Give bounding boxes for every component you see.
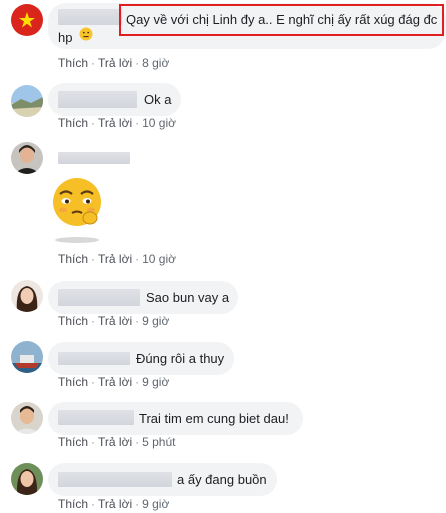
separator: ·	[91, 56, 96, 70]
like-link[interactable]: Thích	[58, 56, 88, 70]
separator: ·	[135, 56, 140, 70]
comment-text: Sao bun vay a	[146, 290, 230, 305]
like-link[interactable]: Thích	[58, 435, 88, 449]
man-avatar[interactable]	[11, 402, 43, 434]
reply-link[interactable]: Trả lời	[98, 314, 132, 328]
timestamp[interactable]: 9 giờ	[142, 497, 169, 511]
redacted-author-name	[58, 152, 130, 164]
redacted-author-name	[58, 91, 137, 108]
reply-link[interactable]: Trả lời	[98, 56, 132, 70]
timestamp[interactable]: 10 giờ	[142, 252, 176, 266]
comment-actions: Thích · Trả lời · 9 giờ	[58, 375, 169, 389]
like-link[interactable]: Thích	[58, 116, 88, 130]
comment-text: Ok a	[144, 92, 172, 107]
comment-actions: Thích · Trả lời · 10 giờ	[58, 252, 176, 266]
reply-link[interactable]: Trả lời	[98, 497, 132, 511]
landscape-avatar[interactable]	[11, 85, 43, 117]
comment-text: a ấy đang buồn	[177, 472, 267, 487]
separator: ·	[135, 252, 140, 266]
pleading-emoji-sticker[interactable]	[50, 174, 104, 246]
reply-link[interactable]: Trả lời	[98, 116, 132, 130]
separator: ·	[135, 116, 140, 130]
like-link[interactable]: Thích	[58, 497, 88, 511]
separator: ·	[91, 435, 96, 449]
redacted-author-name	[58, 410, 134, 425]
comment-text-line1: Qay về với chị Linh đy a.. E nghĩ chị ấy…	[126, 12, 438, 27]
woman-avatar[interactable]	[11, 463, 43, 495]
comment-actions: Thích · Trả lời · 5 phút	[58, 435, 175, 449]
separator: ·	[91, 375, 96, 389]
separator: ·	[91, 314, 96, 328]
comment-4: Sao bun vay a Thích · Trả lời · 9 giờ	[0, 278, 446, 330]
comment-text-line2: hp	[58, 30, 73, 45]
man-avatar[interactable]	[11, 142, 43, 174]
redacted-author-name	[58, 472, 172, 487]
redacted-author-name	[58, 352, 130, 365]
like-link[interactable]: Thích	[58, 375, 88, 389]
comment-3: Thích · Trả lời · 10 giờ	[0, 140, 446, 270]
reply-link[interactable]: Trả lời	[98, 375, 132, 389]
vietnam-flag-avatar[interactable]	[11, 4, 43, 36]
comment-2: Ok a Thích · Trả lời · 10 giờ	[0, 80, 446, 140]
reply-link[interactable]: Trả lời	[98, 435, 132, 449]
separator: ·	[135, 375, 140, 389]
timestamp[interactable]: 10 giờ	[142, 116, 176, 130]
comment-actions: Thích · Trả lời · 8 giờ	[58, 56, 169, 70]
like-link[interactable]: Thích	[58, 252, 88, 266]
timestamp[interactable]: 9 giờ	[142, 375, 169, 389]
comment-6: Trai tim em cung biet dau! Thích · Trả lời…	[0, 399, 446, 451]
comment-actions: Thích · Trả lời · 10 giờ	[58, 116, 176, 130]
timestamp[interactable]: 5 phút	[142, 435, 175, 449]
redacted-author-name	[58, 289, 140, 306]
comment-actions: Thích · Trả lời · 9 giờ	[58, 497, 169, 511]
separator: ·	[91, 252, 96, 266]
separator: ·	[135, 435, 140, 449]
woman-avatar[interactable]	[11, 280, 43, 312]
boat-avatar[interactable]	[11, 341, 43, 373]
timestamp[interactable]: 9 giờ	[142, 314, 169, 328]
comment-7: a ấy đang buồn Thích · Trả lời · 9 giờ	[0, 460, 446, 513]
timestamp[interactable]: 8 giờ	[142, 56, 169, 70]
neutral-face-emoji-icon	[79, 27, 93, 41]
comment-5: Đúng rôi a thuy Thích · Trả lời · 9 giờ	[0, 339, 446, 391]
comment-text: Trai tim em cung biet dau!	[139, 411, 289, 426]
separator: ·	[135, 314, 140, 328]
like-link[interactable]: Thích	[58, 314, 88, 328]
separator: ·	[135, 497, 140, 511]
separator: ·	[91, 497, 96, 511]
comment-actions: Thích · Trả lời · 9 giờ	[58, 314, 169, 328]
redacted-author-name	[58, 9, 122, 25]
separator: ·	[91, 116, 96, 130]
reply-link[interactable]: Trả lời	[98, 252, 132, 266]
comment-text: Đúng rôi a thuy	[136, 351, 225, 366]
